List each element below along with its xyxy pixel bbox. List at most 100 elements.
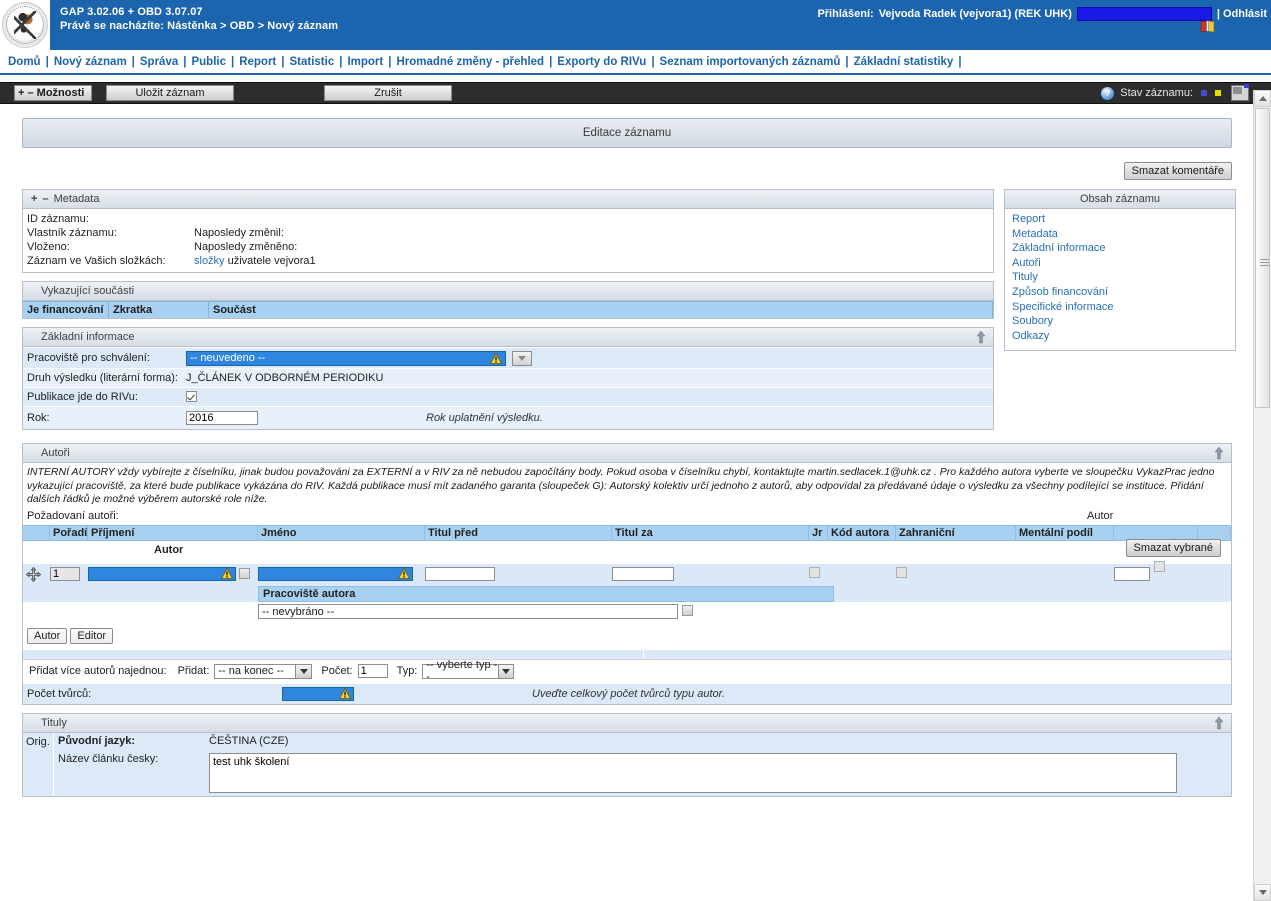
status-swatch-blue (1201, 90, 1207, 96)
pracoviste-lookup-icon[interactable] (682, 604, 693, 616)
col-jmeno: Jméno (258, 525, 425, 540)
toolbar-status-area: ? Stav záznamu: (1101, 82, 1249, 104)
nav-item-public[interactable]: Public (191, 56, 226, 68)
pracoviste-autora-label: Pracoviště autora (258, 585, 834, 602)
bulk-pridat-select[interactable]: -- na konec -- (214, 663, 313, 679)
prijmeni-field[interactable] (88, 566, 236, 581)
vykazujici-panel-title: Vykazující součásti (41, 285, 135, 297)
collapse-arrow-icon[interactable] (975, 330, 987, 344)
metadata-label-inserted: Vloženo: (27, 241, 70, 253)
required-authors-label: Požadovaní autoři: (27, 509, 119, 522)
main-column: + – Metadata ID záznamu: Vlastník záznamu… (22, 189, 994, 438)
nav-item-statistic[interactable]: Statistic (289, 56, 334, 68)
jmeno-field[interactable] (258, 566, 413, 581)
vykazujici-panel-header[interactable]: Vykazující součásti (23, 282, 993, 301)
add-editor-button[interactable]: Editor (70, 627, 114, 644)
page-title: Editace záznamu (22, 118, 1232, 148)
tituly-name-label: Název článku česky: (58, 752, 159, 765)
nav-item-import[interactable]: Import (347, 56, 383, 68)
toc-item-odkazy[interactable]: Odkazy (1012, 329, 1228, 344)
scroll-up-button[interactable] (1254, 90, 1271, 107)
prijmeni-lookup-icon[interactable] (239, 568, 250, 579)
select-all-checkbox[interactable] (1154, 560, 1165, 572)
page-actions: Smazat komentáře (22, 162, 1232, 180)
bulk-typ-value: -- vyberte typ -- (426, 659, 498, 683)
titul-za-input[interactable] (612, 566, 674, 581)
help-book-icon[interactable] (1200, 20, 1215, 33)
zakladni-panel-title: Základní informace (41, 331, 135, 343)
nav-separator: | (45, 55, 49, 68)
metadata-panel-header[interactable]: + – Metadata (23, 190, 993, 209)
logout-link[interactable]: | Odhlásit (1217, 8, 1267, 20)
cancel-button[interactable]: Zrušit (324, 85, 452, 101)
toc-item-zakladni-informace[interactable]: Základní informace (1012, 241, 1228, 256)
nav-item-domu[interactable]: Domů (8, 56, 41, 68)
nav-item-sprava[interactable]: Správa (140, 56, 178, 68)
rok-input[interactable] (186, 411, 258, 425)
autori-panel-header[interactable]: Autoři (23, 444, 1231, 463)
pocet-tvurcu-field[interactable] (282, 686, 354, 701)
toc-item-specificke-informace[interactable]: Specifické informace (1012, 300, 1228, 315)
nav-item-seznam-importovanych[interactable]: Seznam importovaných záznamů (660, 56, 841, 68)
mentalni-podil-input[interactable] (1114, 566, 1150, 581)
scrollbar-thumb[interactable] (1255, 108, 1270, 408)
col-kod-autora: Kód autora (828, 525, 896, 540)
nav-item-hromadne-zmeny[interactable]: Hromadné změny - přehled (396, 56, 544, 68)
zakladni-panel-header[interactable]: Základní informace (23, 328, 993, 347)
scroll-down-button[interactable] (1254, 884, 1271, 901)
toc-item-soubory[interactable]: Soubory (1012, 314, 1228, 329)
tituly-panel-header[interactable]: Tituly (23, 713, 1231, 733)
riv-checkbox[interactable] (186, 390, 197, 402)
table-row (23, 562, 1231, 586)
options-button[interactable]: + – Možnosti (14, 85, 92, 101)
zakladni-informace-panel: Základní informace Pracoviště pro schvál… (22, 327, 994, 430)
nav-item-exporty-rivu[interactable]: Exporty do RIVu (557, 56, 646, 68)
toc-item-metadata[interactable]: Metadata (1012, 227, 1228, 242)
pracoviste-autora-select[interactable]: -- nevybráno -- (258, 603, 678, 619)
add-autor-button[interactable]: Autor (27, 627, 68, 644)
row-druh-vysledku: Druh výsledku (literární forma): J_ČLÁNE… (23, 368, 993, 387)
nav-separator: | (131, 55, 135, 68)
titul-pred-input[interactable] (425, 566, 495, 581)
collapse-arrow-icon[interactable] (1213, 446, 1225, 460)
toc-item-report[interactable]: Report (1012, 212, 1228, 227)
drag-move-icon[interactable] (25, 566, 42, 582)
bulk-typ-select[interactable]: -- vyberte typ -- (422, 659, 515, 683)
metadata-toggle[interactable]: + – (31, 193, 50, 205)
metadata-row-id: ID záznamu: (27, 212, 989, 226)
col-jr: Jr (809, 525, 828, 540)
help-icon[interactable]: ? (1101, 86, 1115, 100)
folders-link[interactable]: složky (194, 255, 225, 267)
toc-item-tituly[interactable]: Tituly (1012, 270, 1228, 285)
value-pracoviste: -- neuvedeno -- (186, 350, 993, 366)
page-scrollbar[interactable] (1253, 90, 1271, 901)
nazev-clanku-textarea[interactable]: test uhk školení (209, 752, 1177, 793)
save-record-button[interactable]: Uložit záznam (106, 85, 234, 101)
bulk-add-row: Přidat více autorů najednou: Přidat: -- … (23, 658, 1231, 683)
toc-item-autori[interactable]: Autoři (1012, 256, 1228, 271)
nav-item-zakladni-statistiky[interactable]: Základní statistiky (854, 56, 954, 68)
window-restore-icon[interactable] (1231, 84, 1249, 101)
col-actions (1114, 525, 1198, 540)
pracoviste-dropdown-button[interactable] (512, 350, 533, 366)
nav-item-novy-zaznam[interactable]: Nový záznam (54, 56, 127, 68)
university-seal-icon (2, 2, 48, 48)
jr-checkbox[interactable] (809, 566, 820, 578)
bulk-pocet-input[interactable] (357, 664, 388, 678)
delete-comments-button[interactable]: Smazat komentáře (1123, 162, 1232, 180)
pocet-tvurcu-row: Počet tvůrců: Uveďte celkový počet tvůrc… (23, 682, 1231, 704)
content-columns: + – Metadata ID záznamu: Vlastník záznamu… (22, 189, 1236, 438)
tituly-orig-label: Orig. (23, 732, 54, 796)
nav-item-report[interactable]: Report (239, 56, 276, 68)
pracoviste-select[interactable]: -- neuvedeno -- (186, 350, 506, 366)
warning-icon (221, 568, 233, 579)
nav-separator: | (388, 55, 392, 68)
nav-separator: | (651, 55, 655, 68)
metadata-label-last-changed-by: Naposledy změnil: (194, 227, 284, 239)
delete-selected-button[interactable]: Smazat vybrané (1125, 538, 1221, 557)
obsah-zaznamu-panel: Obsah záznamu Report Metadata Základní i… (1004, 189, 1236, 352)
toc-item-zpusob-financovani[interactable]: Způsob financování (1012, 285, 1228, 300)
collapse-arrow-icon[interactable] (1213, 716, 1225, 730)
zahranicni-checkbox[interactable] (896, 566, 907, 578)
poradi-input[interactable] (50, 566, 80, 581)
